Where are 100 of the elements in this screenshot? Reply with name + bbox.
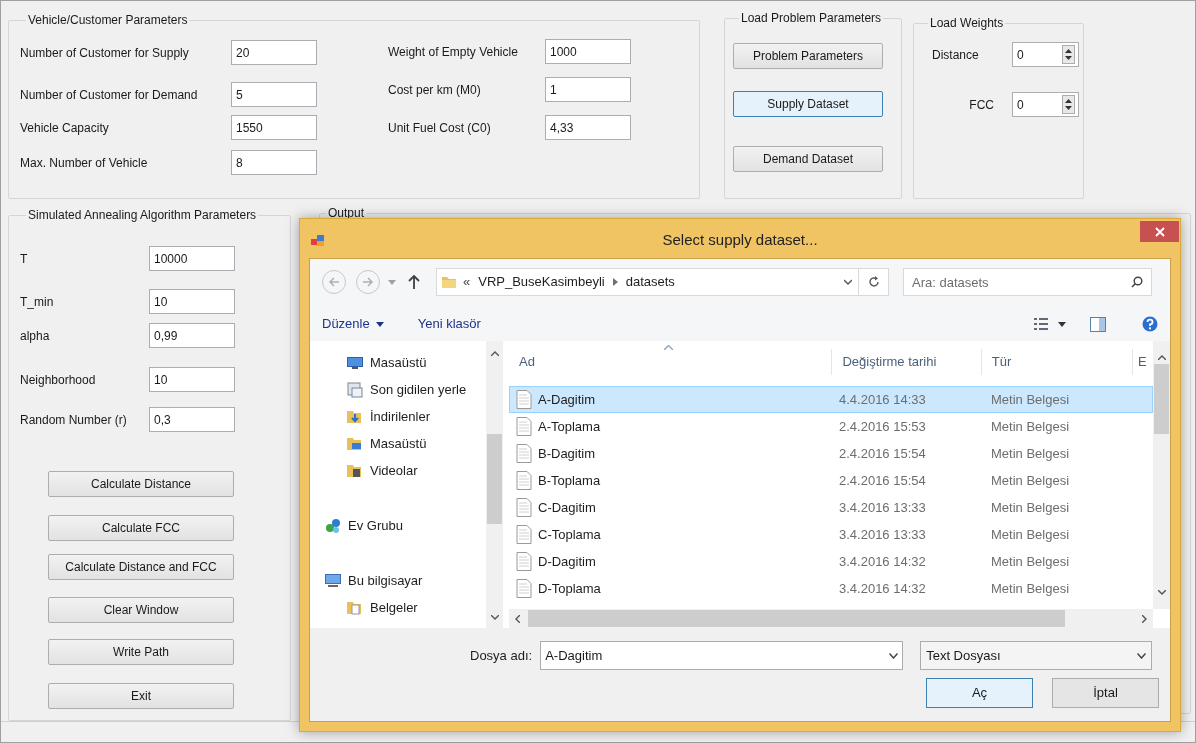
input-field[interactable]: 1550 <box>231 115 317 140</box>
field-label: Cost per km (M0) <box>388 81 482 99</box>
help-icon[interactable] <box>1142 316 1158 332</box>
file-name-combo[interactable]: A-Dagitim <box>540 641 904 670</box>
nav-item[interactable]: Belgeler <box>310 594 486 621</box>
caret-icon <box>388 279 396 285</box>
file-icon <box>516 390 532 409</box>
button[interactable]: Calculate Distance and FCC <box>48 554 234 580</box>
file-row[interactable]: C-Toplama 3.4.2016 13:33 Metin Belgesi <box>509 521 1153 548</box>
input-field[interactable]: 10000 <box>149 246 235 271</box>
address-bar[interactable]: « VRP_BuseKasimbeyli datasets <box>436 268 859 296</box>
field-label: Max. Number of Vehicle <box>20 154 149 172</box>
folder-icon <box>347 408 363 425</box>
list-view-icon <box>1034 318 1048 330</box>
field-label: Dosya adı: <box>470 646 533 665</box>
button[interactable]: Problem Parameters <box>733 43 883 69</box>
nav-item[interactable]: Videolar <box>310 457 486 484</box>
file-row[interactable]: D-Dagitim 3.4.2016 14:32 Metin Belgesi <box>509 548 1153 575</box>
file-row[interactable]: B-Toplama 2.4.2016 15:54 Metin Belgesi <box>509 467 1153 494</box>
button[interactable]: Write Path <box>48 639 234 665</box>
breadcrumb-item[interactable]: VRP_BuseKasimbeyli <box>478 272 605 292</box>
input-field[interactable]: 8 <box>231 150 317 175</box>
scrollbar-thumb[interactable] <box>1154 364 1169 434</box>
file-row[interactable]: A-Dagitim 4.4.2016 14:33 Metin Belgesi <box>509 386 1153 413</box>
file-icon <box>516 552 532 571</box>
button[interactable]: İptal <box>1052 678 1159 708</box>
computer-icon <box>325 572 341 589</box>
button[interactable]: Calculate FCC <box>48 515 234 541</box>
button[interactable]: Calculate Distance <box>48 471 234 497</box>
input-field[interactable]: 1 <box>545 77 631 102</box>
left-arrow-icon <box>328 277 340 287</box>
nav-item[interactable]: İndirilenler <box>310 403 486 430</box>
column-header[interactable]: E <box>1133 349 1153 375</box>
group-title: Vehicle/Customer Parameters <box>27 13 189 27</box>
file-row[interactable]: D-Toplama 3.4.2016 14:32 Metin Belgesi <box>509 575 1153 602</box>
search-field[interactable]: Ara: datasets <box>903 268 1152 296</box>
file-name: A-Toplama <box>538 417 602 436</box>
overflow-chevron[interactable]: « <box>463 272 471 292</box>
group-title: Simulated Annealing Algorithm Parameters <box>27 208 258 222</box>
breadcrumb-item[interactable]: datasets <box>625 272 675 292</box>
scrollbar[interactable] <box>1153 341 1170 609</box>
button[interactable]: Supply Dataset <box>733 91 883 117</box>
new-folder-button[interactable]: Yeni klasör <box>417 314 481 334</box>
input-field[interactable]: 5 <box>231 82 317 107</box>
scrollbar[interactable] <box>509 609 1153 628</box>
refresh-icon <box>867 276 880 288</box>
caret-icon <box>1058 321 1066 327</box>
field-label: alpha <box>20 327 51 345</box>
date-cell-text: 3.4.2016 14:32 <box>839 579 927 598</box>
column-header[interactable]: Değiştirme tarihi <box>832 349 982 375</box>
date-cell-text: 4.4.2016 14:33 <box>839 390 927 409</box>
file-row[interactable]: C-Dagitim 3.4.2016 13:33 Metin Belgesi <box>509 494 1153 521</box>
field-label: T <box>20 250 29 268</box>
button[interactable]: Exit <box>48 683 234 709</box>
column-header[interactable]: Ad <box>509 349 833 375</box>
input-field[interactable]: 4,33 <box>545 115 631 140</box>
button[interactable]: Aç <box>926 678 1033 708</box>
file-row[interactable]: A-Toplama 2.4.2016 15:53 Metin Belgesi <box>509 413 1153 440</box>
nav-item[interactable]: Bu bilgisayar <box>310 567 486 594</box>
file-name: B-Toplama <box>538 471 602 490</box>
input-field[interactable]: 10 <box>149 289 235 314</box>
close-button[interactable] <box>1140 221 1179 242</box>
field-label: Number of Customer for Supply <box>20 44 190 62</box>
scrollbar-thumb[interactable] <box>528 610 1065 627</box>
view-options-button[interactable] <box>1034 318 1066 330</box>
nav-item[interactable]: Ev Grubu <box>310 512 486 539</box>
file-name: D-Dagitim <box>538 552 597 571</box>
file-icon <box>516 417 532 436</box>
button[interactable]: Demand Dataset <box>733 146 883 172</box>
date-cell-text: 2.4.2016 15:54 <box>839 471 927 490</box>
file-name: C-Dagitim <box>538 498 597 517</box>
search-icon <box>1131 276 1143 288</box>
input-field[interactable]: 20 <box>231 40 317 65</box>
button[interactable]: Clear Window <box>48 597 234 623</box>
close-icon <box>1154 226 1165 237</box>
organize-menu[interactable]: Düzenle <box>322 314 384 334</box>
file-name: A-Dagitim <box>538 390 597 409</box>
scrollbar[interactable] <box>486 341 503 628</box>
refresh-button[interactable] <box>859 268 889 296</box>
field-label: Neighborhood <box>20 371 97 389</box>
type-cell-text: Metin Belgesi <box>991 417 1071 436</box>
column-header[interactable]: Tür <box>981 349 1134 375</box>
date-cell-text: 3.4.2016 14:32 <box>839 552 927 571</box>
file-icon <box>516 471 532 490</box>
caret-icon <box>375 321 384 327</box>
up-button[interactable] <box>408 274 422 290</box>
file-row[interactable]: B-Dagitim 2.4.2016 15:54 Metin Belgesi <box>509 440 1153 467</box>
input-field[interactable]: 1000 <box>545 39 631 64</box>
scrollbar-thumb[interactable] <box>487 434 502 524</box>
input-field[interactable]: 10 <box>149 367 235 392</box>
date-cell-text: 2.4.2016 15:54 <box>839 444 927 463</box>
file-type-dropdown[interactable]: Text Dosyası <box>920 641 1153 670</box>
nav-item[interactable]: Son gidilen yerle <box>310 376 486 403</box>
nav-item[interactable]: Masaüstü <box>310 349 486 376</box>
preview-pane-button[interactable] <box>1090 316 1106 332</box>
history-dropdown[interactable] <box>388 277 398 287</box>
nav-item[interactable]: Masaüstü <box>310 430 486 457</box>
input-field[interactable]: 0,3 <box>149 407 235 432</box>
file-icon <box>516 525 532 544</box>
input-field[interactable]: 0,99 <box>149 323 235 348</box>
